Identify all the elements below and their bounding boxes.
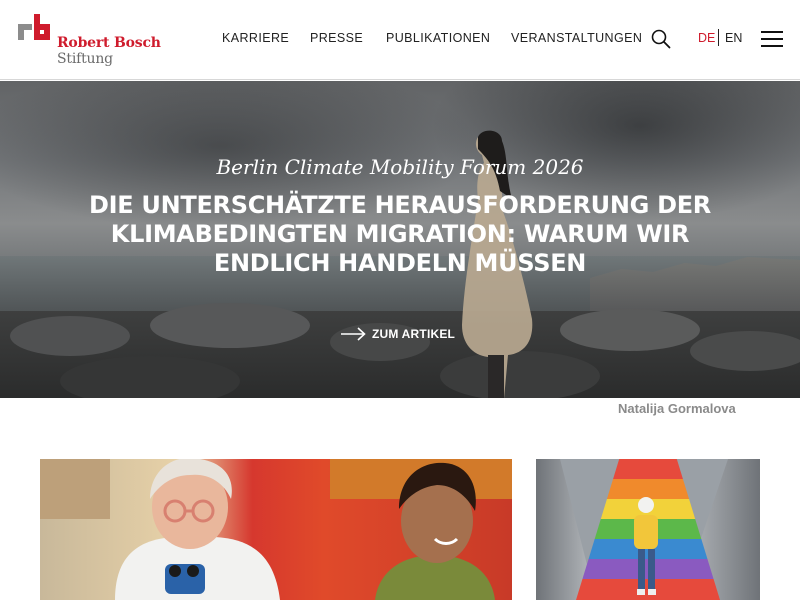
- person-with-backpack-figure: [634, 497, 658, 595]
- older-woman-figure: [115, 459, 280, 600]
- logo-subname: Stiftung: [57, 51, 113, 67]
- nav-item-presse[interactable]: PRESSE: [310, 31, 363, 45]
- photo-credit: Natalija Gormalova: [618, 401, 736, 416]
- language-en[interactable]: EN: [725, 31, 742, 45]
- girl-figure: [375, 462, 495, 600]
- nav-item-karriere[interactable]: KARRIERE: [222, 31, 289, 45]
- read-article-label: ZUM ARTIKEL: [372, 327, 456, 341]
- teaser-card-image-1[interactable]: [40, 459, 512, 600]
- site-header: Robert Bosch Stiftung KARRIERE PRESSE PU…: [0, 0, 800, 80]
- hamburger-menu-icon[interactable]: [761, 31, 783, 48]
- search-icon[interactable]: [650, 28, 672, 50]
- nav-item-publikationen[interactable]: PUBLIKATIONEN: [386, 31, 490, 45]
- main-nav: KARRIERE PRESSE PUBLIKATIONEN VERANSTALT…: [0, 31, 800, 47]
- language-divider: [718, 29, 719, 46]
- hero-overline: Berlin Climate Mobility Forum 2026: [216, 155, 584, 179]
- teaser-card-image-2[interactable]: [536, 459, 760, 600]
- nav-item-veranstaltungen[interactable]: VERANSTALTUNGEN: [511, 31, 642, 45]
- language-de[interactable]: DE: [698, 31, 715, 45]
- arrow-right-icon: [341, 327, 366, 341]
- hero-banner: Berlin Climate Mobility Forum 2026 DIE U…: [0, 81, 800, 398]
- hero-rocks: [0, 303, 800, 398]
- hero-title[interactable]: DIE UNTERSCHÄTZTE HERAUSFORDERUNG DER KL…: [60, 191, 740, 278]
